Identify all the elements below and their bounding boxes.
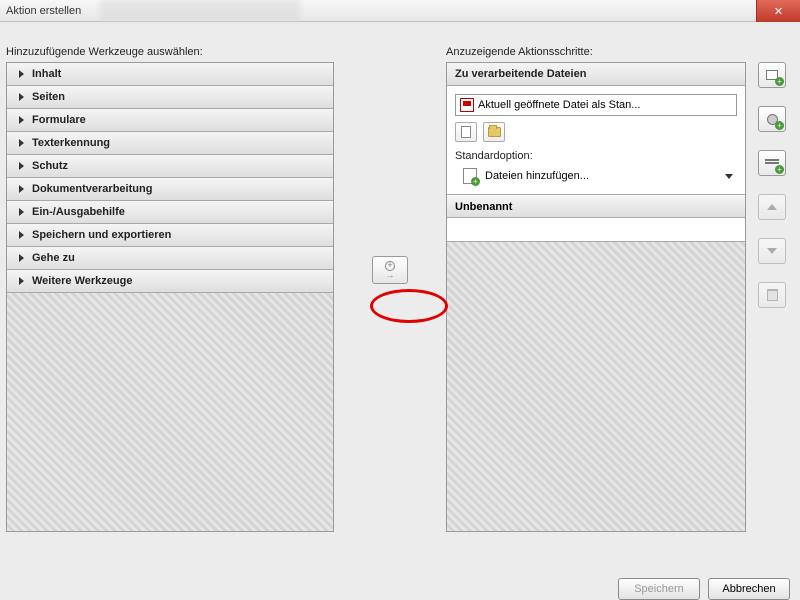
category-weitere-werkzeuge[interactable]: Weitere Werkzeuge [7, 270, 333, 293]
chevron-right-icon [19, 277, 24, 285]
divider-icon [765, 162, 779, 164]
add-step-button[interactable]: + → [372, 256, 408, 284]
arrow-right-icon: → [386, 270, 395, 280]
triangle-down-icon [767, 248, 777, 254]
current-file-text: Aktuell geöffnete Datei als Stan... [478, 99, 640, 111]
category-label: Speichern und exportieren [32, 229, 171, 241]
category-label: Inhalt [32, 68, 61, 80]
category-seiten[interactable]: Seiten [7, 86, 333, 109]
category-speichern-exportieren[interactable]: Speichern und exportieren [7, 224, 333, 247]
category-label: Seiten [32, 91, 65, 103]
chevron-right-icon [19, 70, 24, 78]
folder-icon [488, 127, 501, 137]
move-up-button[interactable] [758, 194, 786, 220]
save-label: Speichern [634, 583, 684, 595]
unnamed-step-header: Unbenannt [447, 195, 745, 218]
window-title: Aktion erstellen [6, 5, 81, 17]
cancel-button[interactable]: Abbrechen [708, 578, 790, 600]
plus-badge-icon: + [775, 165, 784, 174]
add-panel-button[interactable]: + [758, 62, 786, 88]
category-label: Weitere Werkzeuge [32, 275, 132, 287]
save-button[interactable]: Speichern [618, 578, 700, 600]
chevron-right-icon [19, 208, 24, 216]
category-label: Schutz [32, 160, 68, 172]
open-folder-button[interactable] [483, 122, 505, 142]
category-label: Gehe zu [32, 252, 75, 264]
file-add-icon [463, 168, 477, 184]
category-ein-ausgabehilfe[interactable]: Ein-/Ausgabehilfe [7, 201, 333, 224]
move-down-button[interactable] [758, 238, 786, 264]
steps-panel: Zu verarbeitende Dateien Aktuell geöffne… [446, 62, 746, 532]
chevron-right-icon [19, 185, 24, 193]
title-blur [100, 0, 300, 22]
add-instruction-button[interactable]: + [758, 106, 786, 132]
document-icon [461, 126, 471, 138]
close-button[interactable]: ✕ [756, 0, 800, 22]
plus-badge-icon: + [775, 77, 784, 86]
chevron-right-icon [19, 231, 24, 239]
chevron-right-icon [19, 93, 24, 101]
standard-option-label: Standardoption: [455, 150, 737, 162]
category-schutz[interactable]: Schutz [7, 155, 333, 178]
category-label: Formulare [32, 114, 86, 126]
empty-hatch [7, 293, 333, 531]
category-inhalt[interactable]: Inhalt [7, 63, 333, 86]
category-label: Dokumentverarbeitung [32, 183, 152, 195]
chevron-right-icon [19, 254, 24, 262]
pdf-icon [460, 98, 474, 112]
plus-badge-icon: + [775, 121, 784, 130]
unnamed-step-row[interactable] [447, 218, 745, 242]
category-label: Texterkennung [32, 137, 110, 149]
chevron-right-icon [19, 139, 24, 147]
add-files-label: Dateien hinzufügen... [485, 170, 589, 182]
title-bar: Aktion erstellen ✕ [0, 0, 800, 22]
triangle-up-icon [767, 204, 777, 210]
add-divider-button[interactable]: + [758, 150, 786, 176]
category-dokumentverarbeitung[interactable]: Dokumentverarbeitung [7, 178, 333, 201]
add-files-dropdown[interactable]: Dateien hinzufügen... [455, 166, 737, 186]
category-texterkennung[interactable]: Texterkennung [7, 132, 333, 155]
files-body: Aktuell geöffnete Datei als Stan... Stan… [447, 86, 745, 195]
new-file-button[interactable] [455, 122, 477, 142]
close-icon: ✕ [774, 5, 783, 18]
left-section-label: Hinzuzufügende Werkzeuge auswählen: [6, 46, 334, 58]
trash-icon [767, 289, 778, 301]
category-label: Ein-/Ausgabehilfe [32, 206, 125, 218]
chevron-down-icon [725, 174, 733, 179]
tools-panel: Inhalt Seiten Formulare Texterkennung Sc… [6, 62, 334, 532]
chevron-right-icon [19, 116, 24, 124]
cancel-label: Abbrechen [722, 583, 775, 595]
chevron-right-icon [19, 162, 24, 170]
files-to-process-header: Zu verarbeitende Dateien [447, 63, 745, 86]
current-file-field[interactable]: Aktuell geöffnete Datei als Stan... [455, 94, 737, 116]
empty-hatch-right [447, 242, 745, 531]
delete-step-button[interactable] [758, 282, 786, 308]
right-section-label: Anzuzeigende Aktionsschritte: [446, 46, 746, 58]
category-gehe-zu[interactable]: Gehe zu [7, 247, 333, 270]
category-formulare[interactable]: Formulare [7, 109, 333, 132]
